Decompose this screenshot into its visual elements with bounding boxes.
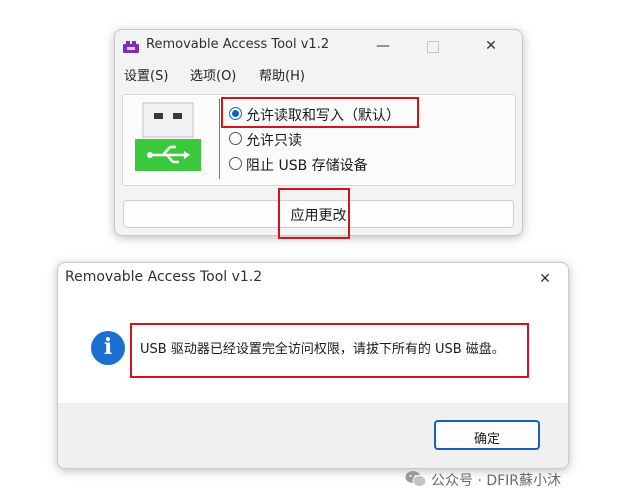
apply-changes-label: 应用更改: [290, 208, 347, 224]
ok-button-label: 确定: [473, 432, 500, 447]
radio-label: 阻止 USB 存储设备: [246, 158, 368, 174]
radio-label: 允许只读: [246, 133, 302, 149]
menu-bar: 设置(S) 选项(O) 帮助(H): [115, 62, 522, 86]
minimize-button[interactable]: —: [360, 30, 406, 62]
wechat-icon: [405, 471, 427, 487]
menu-help[interactable]: 帮助(H): [259, 65, 305, 84]
dialog-close-button[interactable]: ✕: [522, 263, 568, 295]
message-dialog: Removable Access Tool v1.2 ✕ i USB 驱动器已经…: [57, 262, 569, 469]
app-icon: [123, 41, 139, 53]
window-title: Removable Access Tool v1.2: [146, 37, 330, 52]
access-options-group: 允许读取和写入（默认） 允许只读 阻止 USB 存储设备: [122, 94, 516, 186]
ok-button[interactable]: 确定: [434, 420, 540, 450]
radio-label: 允许读取和写入（默认）: [246, 108, 400, 124]
maximize-icon: [427, 41, 439, 53]
dialog-message: USB 驱动器已经设置完全访问权限，请拔下所有的 USB 磁盘。: [140, 342, 505, 357]
radio-button[interactable]: [229, 132, 242, 145]
menu-settings[interactable]: 设置(S): [124, 65, 168, 84]
close-button[interactable]: ✕: [468, 30, 514, 62]
maximize-button: [410, 30, 456, 62]
info-glyph: i: [103, 334, 113, 360]
main-window: Removable Access Tool v1.2 — ✕ 设置(S) 选项(…: [114, 29, 523, 236]
title-bar[interactable]: Removable Access Tool v1.2 — ✕: [115, 30, 522, 62]
apply-changes-button[interactable]: 应用更改: [123, 200, 514, 228]
group-separator: [219, 99, 220, 179]
usb-drive-icon: [135, 102, 201, 171]
info-icon: i: [91, 331, 125, 365]
watermark-text: 公众号 · DFIR蘇小沐: [431, 473, 562, 489]
dialog-title-bar[interactable]: Removable Access Tool v1.2 ✕: [58, 263, 568, 295]
dialog-title: Removable Access Tool v1.2: [65, 269, 263, 285]
dialog-footer: 确定: [58, 403, 568, 468]
dialog-body: i USB 驱动器已经设置完全访问权限，请拔下所有的 USB 磁盘。: [58, 295, 568, 403]
radio-button[interactable]: [229, 107, 242, 120]
menu-options[interactable]: 选项(O): [190, 65, 236, 84]
radio-button[interactable]: [229, 157, 242, 170]
